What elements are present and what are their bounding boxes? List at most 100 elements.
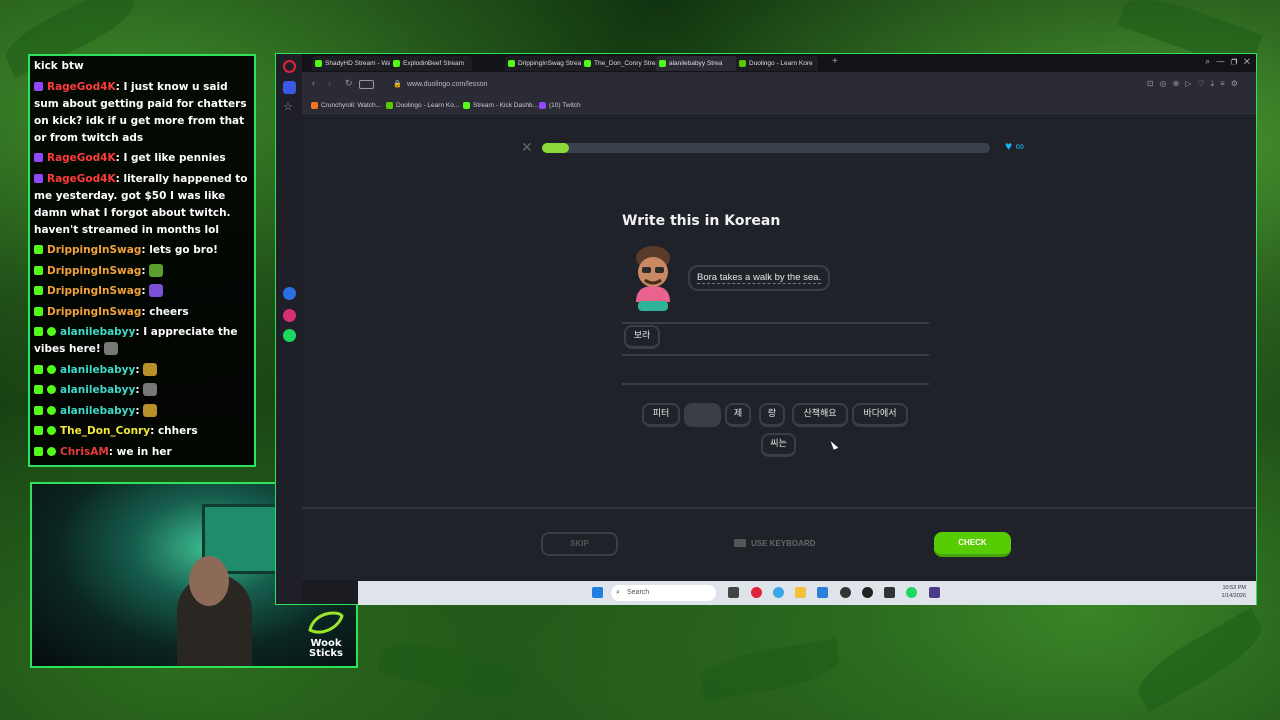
task-view-icon[interactable]	[728, 587, 739, 598]
reload-icon[interactable]: ↻	[345, 78, 353, 89]
new-tab-button[interactable]: +	[832, 56, 838, 67]
answer-line	[622, 383, 929, 385]
bookmarks-bar: Crunchyroll: Watch... Duolingo - Learn Ko…	[302, 98, 1256, 114]
bookmark-item[interactable]: (10) Twitch	[539, 100, 581, 112]
app-icon[interactable]	[884, 587, 895, 598]
home-icon[interactable]	[283, 81, 296, 94]
skip-button[interactable]: SKIP	[541, 532, 618, 556]
chat-username[interactable]: RageGod4K	[47, 173, 116, 185]
use-keyboard-toggle[interactable]: USE KEYBOARD	[734, 539, 815, 548]
browser-sidebar: ☆	[276, 54, 302, 604]
bookmark-label: Stream - Kick Dashb...	[473, 102, 539, 109]
browser-tab[interactable]: ExplodinBeef Stream	[390, 56, 472, 71]
address-bar: ‹ › ↻ 🔒 www.duolingo.com/lesson ⊡◎⊕▷♡⤓≡⚙	[302, 72, 1256, 98]
forward-icon[interactable]: ›	[328, 78, 331, 88]
vpn-badge[interactable]	[359, 80, 374, 89]
word-bank-tile[interactable]: 피터	[642, 403, 680, 427]
check-button[interactable]: CHECK	[934, 532, 1011, 557]
answer-word-tile[interactable]: 보라	[624, 325, 660, 349]
tab-favicon-icon	[393, 60, 400, 67]
messenger-icon[interactable]	[283, 287, 296, 300]
spotify-taskbar-icon[interactable]	[906, 587, 917, 598]
twitch-badge-icon	[34, 81, 43, 91]
bookmark-favicon-icon	[539, 102, 546, 109]
chat-username[interactable]: RageGod4K	[47, 81, 116, 93]
chat-username[interactable]: Xavss	[47, 466, 82, 467]
app-icon[interactable]	[862, 587, 873, 598]
opera-logo-icon[interactable]	[283, 60, 296, 73]
windows-start-icon[interactable]	[592, 587, 603, 598]
url-text: www.duolingo.com/lesson	[407, 81, 488, 88]
chat-username[interactable]: alanilebabyy	[60, 384, 135, 396]
window-controls[interactable]: ⌕ — ❐ ✕	[1205, 57, 1250, 67]
tab-favicon-icon	[315, 60, 322, 67]
browser-tab[interactable]: alanilebabyy Strea	[656, 56, 738, 71]
chat-text: :	[135, 363, 140, 376]
chat-username[interactable]: DrippingInSwag	[47, 306, 141, 318]
browser-tab[interactable]: Duolingo - Learn Kore	[736, 56, 818, 71]
chat-message: DrippingInSwag: cheers	[34, 304, 250, 321]
heart-icon: ♥	[1005, 139, 1013, 153]
taskbar-search[interactable]: ⌕ Search	[611, 585, 716, 601]
chat-username[interactable]: alanilebabyy	[60, 326, 135, 338]
instagram-icon[interactable]	[283, 309, 296, 322]
chat-username[interactable]: ChrisAM	[60, 446, 109, 458]
chat-trailing-text: .	[109, 466, 113, 467]
lock-icon: 🔒	[393, 81, 402, 88]
twitch-badge-icon	[34, 153, 43, 162]
verified-badge-icon	[47, 327, 56, 336]
browser-tab[interactable]: The_Don_Conry Strea	[581, 56, 663, 71]
chat-emote-icon	[89, 465, 103, 467]
file-explorer-icon[interactable]	[795, 587, 806, 598]
spotify-icon[interactable]	[283, 329, 296, 342]
word-bank-tile[interactable]: 제	[725, 403, 751, 427]
store-icon[interactable]	[817, 587, 828, 598]
word-bank-tile-used[interactable]	[684, 403, 721, 427]
word-bank-tile[interactable]: 랑	[759, 403, 785, 427]
bookmark-item[interactable]: Stream - Kick Dashb...	[463, 100, 538, 112]
word-bank-tile[interactable]: 산책해요	[792, 403, 848, 427]
chat-text: :	[141, 285, 146, 297]
url-input[interactable]: 🔒 www.duolingo.com/lesson	[387, 77, 1077, 93]
word-bank-tile[interactable]: 바다에서	[852, 403, 908, 427]
chat-text: : we in her	[108, 445, 172, 458]
browser-tab[interactable]: DrippingInSwag Strea	[505, 56, 587, 71]
chat-text: :	[141, 264, 146, 277]
app-icon[interactable]	[929, 587, 940, 598]
browser-tab[interactable]: ShadyHD Stream - Wa	[312, 56, 394, 71]
kick-badge-icon	[34, 385, 43, 394]
chat-text: : cheers	[141, 305, 189, 318]
word-bank-tile[interactable]: 씨는	[761, 433, 796, 457]
mouse-cursor	[830, 439, 839, 450]
star-icon[interactable]: ☆	[283, 101, 296, 114]
svg-text:Sticks: Sticks	[309, 648, 343, 658]
prompt-text: Bora takes a walk by the sea.	[697, 272, 822, 284]
chat-username[interactable]: DrippingInSwag	[47, 244, 141, 256]
verified-badge-icon	[47, 364, 56, 374]
chat-text: :	[135, 404, 140, 417]
toolbar-icons[interactable]: ⊡◎⊕▷♡⤓≡⚙	[1147, 79, 1244, 89]
back-icon[interactable]: ‹	[312, 78, 315, 88]
chat-text: :	[82, 466, 86, 467]
answer-line	[622, 322, 929, 324]
chat-username[interactable]: alanilebabyy	[60, 405, 135, 417]
chat-username[interactable]: alanilebabyy	[60, 364, 135, 376]
close-lesson-icon[interactable]: ✕	[521, 139, 533, 156]
prompt-speech-bubble[interactable]: Bora takes a walk by the sea.	[688, 265, 831, 291]
kick-badge-icon	[34, 265, 43, 275]
opera-taskbar-icon[interactable]	[751, 587, 762, 598]
obs-icon[interactable]	[840, 587, 851, 598]
tab-favicon-icon	[739, 60, 746, 67]
chat-emote-icon	[143, 403, 158, 417]
chat-message: DrippingInSwag:	[34, 283, 250, 300]
chat-username[interactable]: The_Don_Conry	[60, 425, 150, 437]
bookmark-favicon-icon	[311, 102, 318, 109]
edge-icon[interactable]	[773, 587, 784, 598]
tab-label: Duolingo - Learn Kore	[749, 60, 813, 67]
chat-username[interactable]: RageGod4K	[47, 152, 116, 164]
bookmark-item[interactable]: Crunchyroll: Watch...	[311, 100, 381, 112]
chat-username[interactable]: DrippingInSwag	[47, 285, 141, 297]
bookmark-item[interactable]: Duolingo - Learn Ko...	[386, 100, 459, 112]
leaf-decoration	[1129, 607, 1271, 713]
chat-username[interactable]: DrippingInSwag	[47, 265, 141, 277]
